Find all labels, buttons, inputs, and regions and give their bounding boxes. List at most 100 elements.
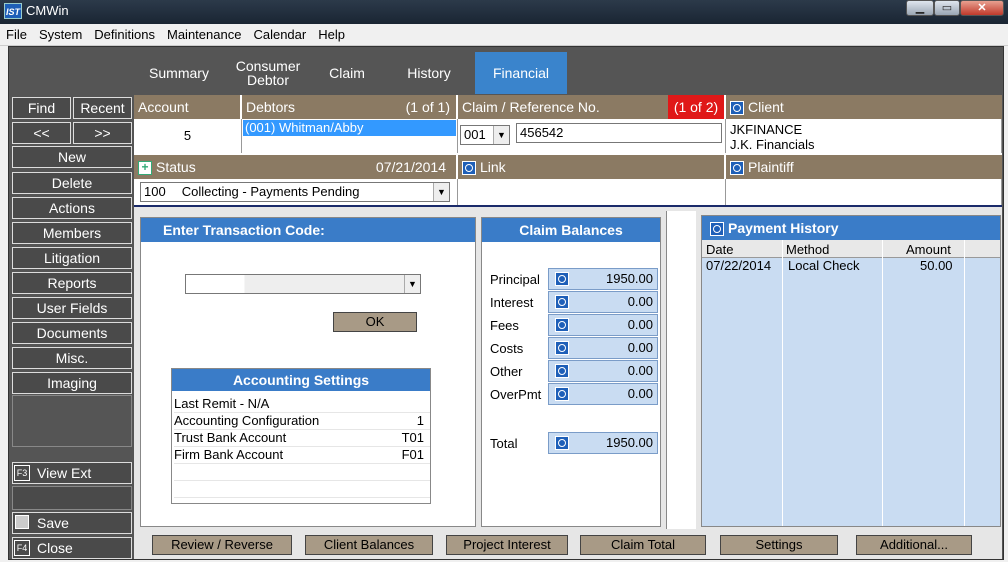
close-window-button[interactable]: ✕ — [960, 0, 1004, 16]
client-balances-button[interactable]: Client Balances — [305, 535, 433, 555]
balance-amount: 1950.00 — [606, 271, 653, 286]
balance-amount: 0.00 — [627, 363, 653, 378]
left-nav: Find Recent << >> New Delete Actions Mem… — [10, 95, 132, 559]
save-label: Save — [37, 515, 69, 531]
link-label: Link — [480, 159, 506, 175]
add-status-icon[interactable]: + — [138, 161, 152, 176]
table-row[interactable]: 07/22/2014 Local Check 50.00 — [702, 258, 1000, 274]
balance-value: 0.00 — [548, 314, 658, 336]
debtor-item[interactable]: (001) Whitman/Abby — [243, 120, 456, 136]
menu-system[interactable]: System — [33, 24, 88, 45]
minimize-button[interactable]: ▁ — [906, 0, 934, 16]
recent-button[interactable]: Recent — [73, 97, 132, 119]
chevron-down-icon: ▼ — [404, 275, 420, 293]
balance-value: 0.00 — [548, 337, 658, 359]
members-button[interactable]: Members — [12, 222, 132, 244]
zoom-icon[interactable] — [555, 364, 569, 378]
debtors-label: Debtors — [246, 99, 296, 115]
balance-label: Costs — [490, 341, 524, 356]
settings-button[interactable]: Settings — [720, 535, 838, 555]
status-cell: 100 Collecting - Payments Pending ▼ — [134, 179, 458, 205]
claim-count-badge: (1 of 2) — [668, 95, 724, 119]
claim-header: Claim / Reference No. (1 of 2) — [458, 95, 724, 119]
documents-button[interactable]: Documents — [12, 322, 132, 344]
balance-row-total: Total 1950.00 — [482, 432, 662, 454]
tab-claim[interactable]: Claim — [317, 52, 377, 94]
ok-button[interactable]: OK — [333, 312, 417, 332]
account-value: 5 — [134, 119, 242, 153]
zoom-icon[interactable] — [555, 341, 569, 355]
next-record-button[interactable]: >> — [73, 122, 132, 144]
menu-help[interactable]: Help — [312, 24, 351, 45]
claim-number-select[interactable]: 001 ▼ — [460, 125, 510, 145]
delete-button[interactable]: Delete — [12, 172, 132, 194]
zoom-icon[interactable] — [555, 295, 569, 309]
tab-bar: Summary Consumer Debtor Claim History Fi… — [9, 52, 1003, 94]
zoom-icon[interactable] — [555, 436, 569, 450]
client-name: J.K. Financials — [730, 137, 815, 152]
payment-lookup-icon[interactable] — [710, 222, 724, 237]
balances-title: Claim Balances — [482, 218, 660, 242]
zoom-icon[interactable] — [555, 318, 569, 332]
additional-button[interactable]: Additional... — [856, 535, 972, 555]
balance-amount: 1950.00 — [606, 435, 653, 450]
user-fields-button[interactable]: User Fields — [12, 297, 132, 319]
misc-button[interactable]: Misc. — [12, 347, 132, 369]
balance-label: Other — [490, 364, 523, 379]
zoom-icon[interactable] — [555, 272, 569, 286]
tab-history[interactable]: History — [394, 52, 464, 94]
payment-method: Local Check — [788, 258, 860, 273]
accounting-title: Accounting Settings — [172, 369, 430, 391]
prev-record-button[interactable]: << — [12, 122, 71, 144]
tab-financial[interactable]: Financial — [475, 52, 567, 94]
balance-value: 0.00 — [548, 291, 658, 313]
reports-button[interactable]: Reports — [12, 272, 132, 294]
payment-amount: 50.00 — [920, 258, 953, 273]
f4-key-icon: F4 — [14, 540, 30, 556]
view-ext-button[interactable]: View Ext — [12, 462, 132, 484]
balance-value: 1950.00 — [548, 268, 658, 290]
balance-amount: 0.00 — [627, 386, 653, 401]
menu-maintenance[interactable]: Maintenance — [161, 24, 247, 45]
imaging-button[interactable]: Imaging — [12, 372, 132, 394]
close-button[interactable]: Close — [12, 537, 132, 559]
nav-divider — [12, 486, 132, 510]
accounting-row-label: Accounting Configuration — [174, 413, 320, 428]
plaintiff-cell — [726, 179, 1002, 205]
save-button[interactable]: Save — [12, 512, 132, 534]
balance-amount: 0.00 — [627, 340, 653, 355]
tab-consumer-debtor[interactable]: Consumer Debtor — [227, 52, 309, 94]
zoom-icon[interactable] — [555, 387, 569, 401]
reference-input[interactable]: 456542 — [516, 123, 722, 143]
litigation-button[interactable]: Litigation — [12, 247, 132, 269]
find-button[interactable]: Find — [12, 97, 71, 119]
col-divider — [964, 240, 965, 526]
client-lookup-icon[interactable] — [730, 101, 744, 116]
status-select[interactable]: 100 Collecting - Payments Pending ▼ — [140, 182, 450, 202]
app-icon: IST — [4, 3, 22, 19]
transaction-panel: Enter Transaction Code: ▼ OK Accounting … — [140, 217, 476, 527]
title-bar — [0, 0, 1008, 24]
link-header: Link — [458, 155, 724, 179]
menu-file[interactable]: File — [0, 24, 33, 45]
plaintiff-lookup-icon[interactable] — [730, 161, 744, 176]
payment-table-header: Date Method Amount — [702, 240, 1000, 258]
claim-total-button[interactable]: Claim Total — [580, 535, 706, 555]
review-reverse-button[interactable]: Review / Reverse — [152, 535, 292, 555]
tab-summary[interactable]: Summary — [139, 52, 219, 94]
menu-definitions[interactable]: Definitions — [88, 24, 161, 45]
f3-key-icon: F3 — [14, 465, 30, 481]
payment-history-panel: Payment History Date Method Amount 07/22… — [701, 215, 1001, 527]
col-amount: Amount — [906, 242, 951, 257]
link-lookup-icon[interactable] — [462, 161, 476, 176]
col-divider — [782, 240, 783, 526]
project-interest-button[interactable]: Project Interest — [446, 535, 568, 555]
maximize-button[interactable]: ▭ — [934, 0, 960, 16]
accounting-row-label: Last Remit - N/A — [174, 396, 270, 411]
debtors-list: (001) Whitman/Abby — [242, 119, 458, 153]
transaction-code-select[interactable]: ▼ — [185, 274, 421, 294]
menu-calendar[interactable]: Calendar — [247, 24, 312, 45]
spacer — [666, 211, 696, 529]
new-button[interactable]: New — [12, 146, 132, 168]
actions-button[interactable]: Actions — [12, 197, 132, 219]
